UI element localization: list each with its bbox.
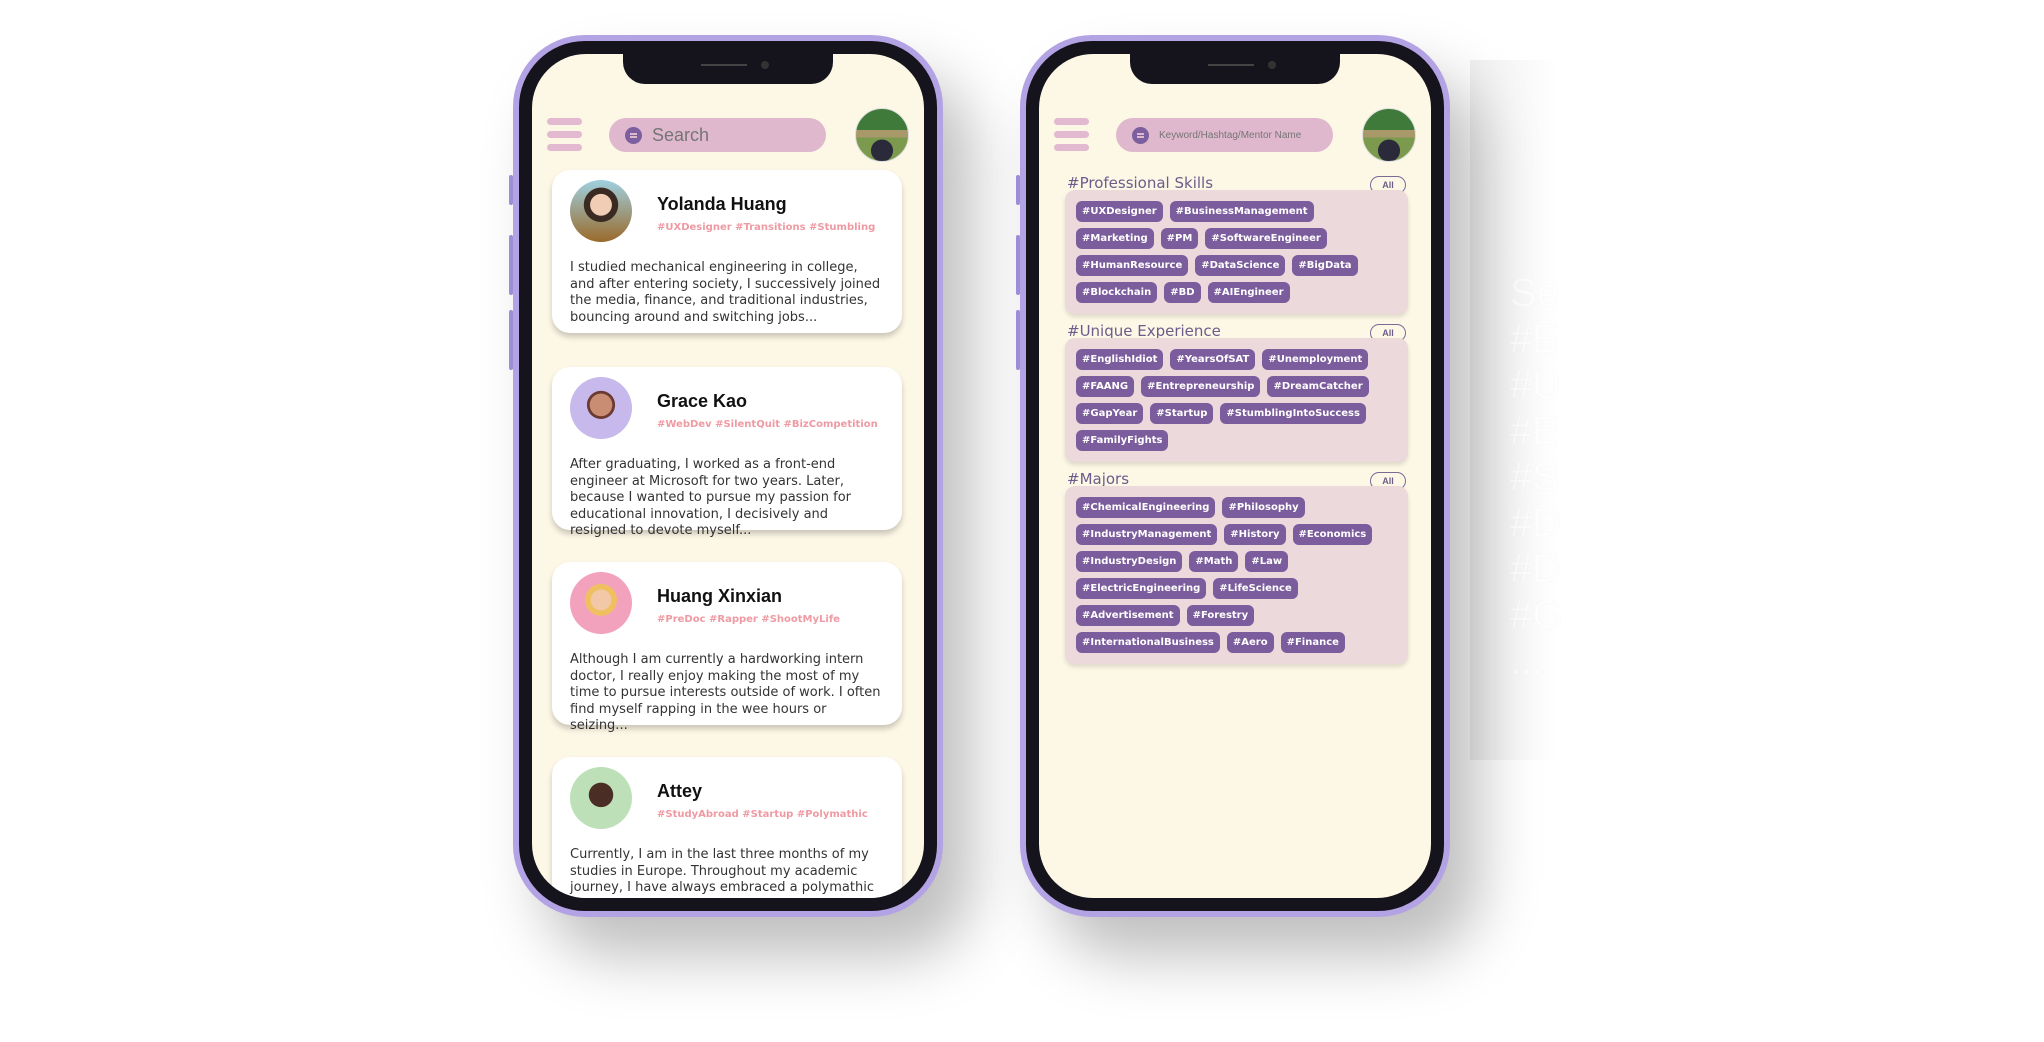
mentor-avatar bbox=[570, 572, 632, 634]
mentor-bio: Although I am currently a hardworking in… bbox=[570, 652, 881, 733]
mentor-bio: Currently, I am in the last three months… bbox=[570, 847, 874, 895]
hashtag-chip[interactable]: #Forestry bbox=[1186, 605, 1255, 626]
search-icon bbox=[625, 126, 642, 144]
hashtag-chip[interactable]: #BD bbox=[1164, 282, 1201, 303]
mentor-bio: I studied mechanical engineering in coll… bbox=[570, 260, 881, 325]
side-button bbox=[1016, 175, 1020, 205]
phone-explore: #Professional SkillsAll#UXDesigner#Busin… bbox=[1016, 35, 1450, 917]
hashtag-chip[interactable]: #ElectricEngineering bbox=[1076, 578, 1207, 599]
hashtag-chip[interactable]: #FAANG bbox=[1076, 376, 1135, 397]
hashtag-chip[interactable]: #UXDesigner bbox=[1076, 201, 1163, 222]
hashtag-chip[interactable]: #IndustryManagement bbox=[1076, 524, 1218, 545]
hashtag-chip[interactable]: #Marketing bbox=[1076, 228, 1154, 249]
hashtag-chip[interactable]: #Philosophy bbox=[1222, 497, 1305, 518]
mentor-card[interactable]: Attey #StudyAbroad #Startup #Polymathic … bbox=[552, 757, 902, 898]
side-button bbox=[509, 175, 513, 205]
search-input[interactable] bbox=[652, 124, 822, 146]
search-input[interactable] bbox=[1159, 129, 1329, 141]
hashtag-chip[interactable]: #ChemicalEngineering bbox=[1076, 497, 1216, 518]
user-avatar[interactable] bbox=[1362, 108, 1416, 162]
ghost-line: #U bbox=[1510, 363, 1562, 407]
ghost-line: #G bbox=[1510, 593, 1564, 637]
ghost-line: Se bbox=[1510, 271, 1559, 315]
hashtag-chip[interactable]: #Entrepreneurship bbox=[1141, 376, 1261, 397]
search-bar[interactable] bbox=[609, 118, 826, 152]
mentor-avatar bbox=[570, 180, 632, 242]
menu-icon[interactable] bbox=[547, 118, 582, 151]
hashtag-chip[interactable]: #History bbox=[1224, 524, 1286, 545]
mentor-avatar bbox=[570, 767, 632, 829]
side-button bbox=[1016, 310, 1020, 370]
hashtag-chip[interactable]: #Blockchain bbox=[1076, 282, 1158, 303]
hashtag-chip[interactable]: #Advertisement bbox=[1076, 605, 1180, 626]
hashtag-chip[interactable]: #Aero bbox=[1226, 632, 1274, 653]
hashtag-chip[interactable]: #HumanResource bbox=[1076, 255, 1189, 276]
mentor-avatar bbox=[570, 377, 632, 439]
ghost-line: #E bbox=[1510, 317, 1559, 361]
hashtag-chip[interactable]: #Unemployment bbox=[1262, 349, 1369, 370]
tag-panel: #ChemicalEngineering #Philosophy #Industry… bbox=[1065, 486, 1408, 664]
hashtag-chip[interactable]: #AIEngineer bbox=[1207, 282, 1290, 303]
user-avatar[interactable] bbox=[855, 108, 909, 162]
hashtag-chip[interactable]: #Law bbox=[1245, 551, 1289, 572]
hashtag-chip[interactable]: #Startup bbox=[1150, 403, 1214, 424]
feed-screen: Yolanda Huang #UXDesigner #Transitions #… bbox=[532, 54, 924, 898]
ghost-line: #S bbox=[1510, 455, 1559, 499]
hashtag-chip[interactable]: #FamilyFights bbox=[1076, 430, 1169, 451]
ghost-line: ... bbox=[1510, 639, 1544, 683]
menu-icon[interactable] bbox=[1054, 118, 1089, 151]
phone-feed: Yolanda Huang #UXDesigner #Transitions #… bbox=[509, 35, 943, 917]
hashtag-chip[interactable]: #YearsOfSAT bbox=[1170, 349, 1256, 370]
tag-panel: #UXDesigner #BusinessManagement #Marketing… bbox=[1065, 190, 1408, 314]
hashtag-chip[interactable]: #Finance bbox=[1280, 632, 1345, 653]
hashtag-chip[interactable]: #StumblingIntoSuccess bbox=[1220, 403, 1366, 424]
hashtag-chip[interactable]: #LifeScience bbox=[1213, 578, 1298, 599]
mentor-name: Huang Xinxian bbox=[657, 586, 783, 606]
tag-panel: #EnglishIdiot #YearsOfSAT #Unemployment #FA… bbox=[1065, 338, 1408, 462]
hashtag-chip[interactable]: #PM bbox=[1160, 228, 1199, 249]
mentor-bio: After graduating, I worked as a front-en… bbox=[570, 457, 852, 538]
hashtag-chip[interactable]: #IndustryDesign bbox=[1076, 551, 1183, 572]
mentor-hashtags: #UXDesigner #Transitions #Stumbling bbox=[657, 222, 876, 233]
notch bbox=[623, 54, 833, 84]
mentor-hashtags: #StudyAbroad #Startup #Polymathic bbox=[657, 809, 868, 820]
mentor-name: Yolanda Huang bbox=[657, 194, 787, 214]
ghost-line: #D bbox=[1510, 501, 1562, 545]
hashtag-chip[interactable]: #InternationalBusiness bbox=[1076, 632, 1220, 653]
search-icon bbox=[1132, 126, 1149, 144]
search-bar[interactable] bbox=[1116, 118, 1333, 152]
hashtag-chip[interactable]: #BusinessManagement bbox=[1169, 201, 1314, 222]
hashtag-chip[interactable]: #BigData bbox=[1292, 255, 1358, 276]
mentor-card[interactable]: Huang Xinxian #PreDoc #Rapper #ShootMyLi… bbox=[552, 562, 902, 733]
hashtag-chip[interactable]: #DreamCatcher bbox=[1267, 376, 1369, 397]
hashtag-chip[interactable]: #DataScience bbox=[1195, 255, 1286, 276]
ghost-line: #E bbox=[1510, 409, 1559, 453]
mentor-card[interactable]: Grace Kao #WebDev #SilentQuit #BizCompet… bbox=[552, 367, 902, 538]
explore-screen: #Professional SkillsAll#UXDesigner#Busin… bbox=[1039, 54, 1431, 898]
mentor-hashtags: #PreDoc #Rapper #ShootMyLife bbox=[657, 614, 840, 625]
ghost-line: #D bbox=[1510, 547, 1562, 591]
side-button bbox=[1016, 235, 1020, 295]
hashtag-chip[interactable]: #GapYear bbox=[1076, 403, 1144, 424]
faded-background-text: Se #E #U #E #S #D #D #G... bbox=[1510, 270, 1563, 684]
hashtag-chip[interactable]: #Economics bbox=[1292, 524, 1373, 545]
mentor-name: Attey bbox=[657, 781, 703, 801]
header bbox=[547, 108, 909, 162]
mentor-hashtags: #WebDev #SilentQuit #BizCompetition bbox=[657, 419, 878, 430]
mentor-card[interactable]: Yolanda Huang #UXDesigner #Transitions #… bbox=[552, 170, 902, 333]
mentor-name: Grace Kao bbox=[657, 391, 748, 411]
hashtag-chip[interactable]: #SoftwareEngineer bbox=[1205, 228, 1327, 249]
header bbox=[1054, 108, 1416, 162]
side-button bbox=[509, 235, 513, 295]
hashtag-chip[interactable]: #EnglishIdiot bbox=[1076, 349, 1164, 370]
notch bbox=[1130, 54, 1340, 84]
side-button bbox=[509, 310, 513, 370]
hashtag-chip[interactable]: #Math bbox=[1189, 551, 1239, 572]
